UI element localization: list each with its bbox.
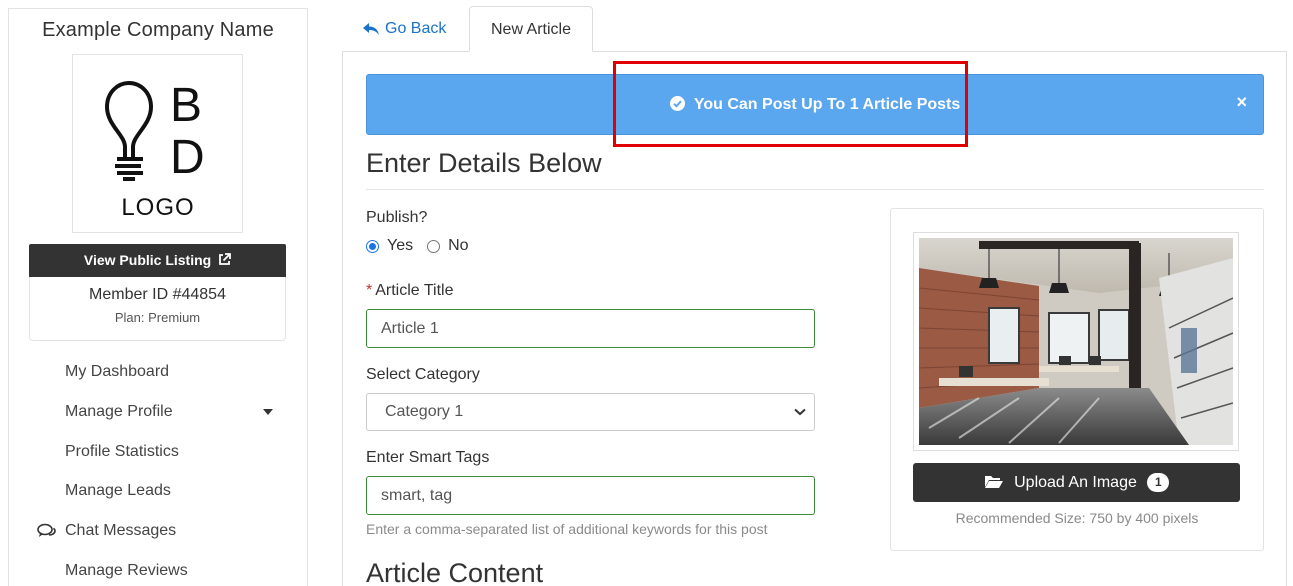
- article-title-label: * Article Title: [366, 282, 453, 300]
- tab-new-article[interactable]: New Article: [469, 6, 593, 52]
- publish-yes-label[interactable]: Yes: [387, 237, 413, 255]
- tab-new-article-label: New Article: [490, 21, 572, 38]
- publish-no-label[interactable]: No: [448, 237, 468, 255]
- chat-icon: [37, 523, 56, 538]
- post-limit-alert: You Can Post Up To 1 Article Posts ×: [366, 74, 1264, 135]
- upload-image-label: Upload An Image: [1014, 474, 1137, 491]
- chevron-down-icon: [794, 408, 806, 416]
- company-name: Example Company Name: [42, 19, 274, 41]
- upload-count-badge: 1: [1147, 473, 1170, 492]
- member-info: Member ID #44854 Plan: Premium: [29, 277, 286, 341]
- section-divider: [366, 189, 1264, 190]
- article-title-input[interactable]: Article 1: [366, 309, 815, 348]
- publish-label: Publish?: [366, 209, 428, 226]
- check-circle-icon: [669, 96, 685, 111]
- sidebar-item-chat-messages[interactable]: Chat Messages: [9, 515, 307, 555]
- sidebar-item-manage-leads[interactable]: Manage Leads: [9, 475, 307, 515]
- reply-arrow-icon: [363, 23, 379, 35]
- sidebar-item-label: My Dashboard: [65, 363, 170, 380]
- smart-tags-label: Enter Smart Tags: [366, 449, 490, 466]
- tab-go-back[interactable]: Go Back: [342, 6, 466, 52]
- section-title: Enter Details Below: [366, 148, 602, 178]
- folder-open-icon: [984, 476, 1003, 488]
- view-public-listing-label: View Public Listing: [83, 252, 212, 268]
- external-link-icon: [219, 253, 232, 265]
- sidebar-item-label: Manage Leads: [65, 482, 171, 500]
- article-title-label-text: Article Title: [375, 282, 454, 299]
- alert-message: You Can Post Up To 1 Article Posts: [693, 96, 961, 113]
- logo-letter-b: B: [170, 79, 202, 132]
- logo-caption: LOGO: [121, 194, 194, 221]
- sidebar-item-manage-profile[interactable]: Manage Profile: [9, 396, 307, 436]
- category-label: Select Category: [366, 366, 480, 383]
- sidebar-item-profile-statistics[interactable]: Profile Statistics: [9, 436, 307, 476]
- caret-down-icon[interactable]: [263, 408, 273, 415]
- member-id: Member ID #44854: [89, 286, 226, 303]
- alert-close-icon[interactable]: ×: [1236, 75, 1247, 129]
- category-select-value: Category 1: [385, 403, 464, 420]
- article-content-title: Article Content: [366, 558, 544, 586]
- logo-letter-d: D: [170, 131, 205, 184]
- sidebar-item-label: Manage Reviews: [65, 561, 188, 579]
- category-select[interactable]: Category 1: [366, 393, 815, 431]
- article-image-preview: [913, 232, 1239, 451]
- company-logo: B D LOGO: [72, 54, 243, 233]
- publish-no-radio[interactable]: [427, 239, 441, 253]
- sidebar-item-label: Profile Statistics: [65, 442, 179, 460]
- required-mark: *: [366, 282, 373, 299]
- view-public-listing-button[interactable]: View Public Listing: [29, 244, 286, 277]
- sidebar-item-my-dashboard[interactable]: My Dashboard: [9, 356, 307, 396]
- member-plan: Plan: Premium: [114, 310, 201, 325]
- publish-yes-radio[interactable]: [366, 239, 379, 253]
- sidebar-item-label: Manage Profile: [65, 402, 173, 420]
- recommended-size-text: Recommended Size: 750 by 400 pixels: [955, 510, 1199, 526]
- publish-radio-group: Yes No: [366, 237, 483, 255]
- upload-image-button[interactable]: Upload An Image 1: [913, 463, 1240, 502]
- office-photo-image: [918, 238, 1234, 445]
- sidebar: Example Company Name B D LOGO View Publi…: [8, 8, 308, 586]
- lightbulb-logo-icon: B D LOGO: [104, 79, 205, 221]
- smart-tags-input[interactable]: smart, tag: [366, 476, 815, 515]
- sidebar-item-manage-reviews[interactable]: Manage Reviews: [9, 555, 307, 586]
- sidebar-item-label: Chat Messages: [65, 522, 177, 540]
- sidebar-nav: My Dashboard Manage Profile Profile Stat…: [9, 356, 307, 586]
- smart-tags-help: Enter a comma-separated list of addition…: [366, 521, 768, 537]
- tab-go-back-label: Go Back: [385, 20, 447, 37]
